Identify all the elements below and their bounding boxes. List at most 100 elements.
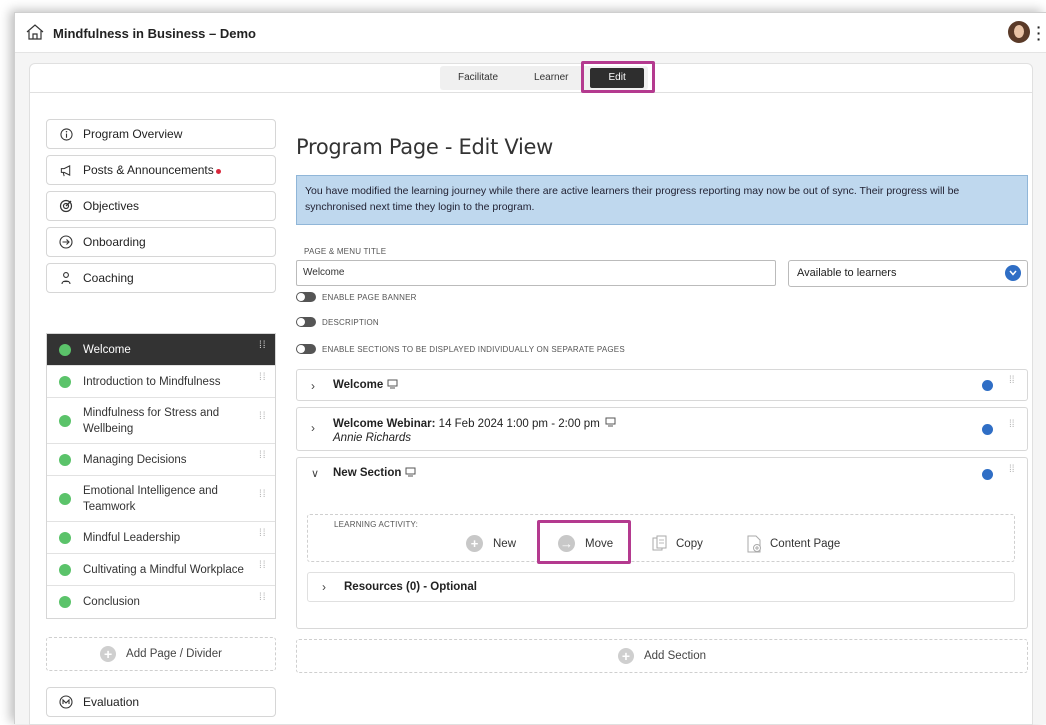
page-label: Welcome [83, 343, 131, 356]
page-item-welcome[interactable]: Welcome ⁞⁞ [47, 334, 275, 366]
section-new-section[interactable]: ∨ New Section ⁞⁞ LEARNING ACTIVITY: + Ne… [296, 457, 1028, 629]
toggle-switch[interactable] [296, 344, 316, 354]
nav-label: Program Overview [83, 127, 183, 141]
page-label: Conclusion [83, 596, 140, 608]
content-page-icon [747, 535, 761, 553]
section-header: › Welcome Webinar: 14 Feb 2024 1:00 pm -… [311, 417, 616, 444]
toggle-switch[interactable] [296, 292, 316, 302]
section-title: Welcome [333, 379, 384, 391]
learning-activity-label: LEARNING ACTIVITY: [334, 520, 419, 529]
content-page-button[interactable]: Content Page [746, 535, 840, 553]
new-label: New [493, 537, 517, 550]
evaluation-icon [59, 695, 73, 709]
resources-row[interactable]: › Resources (0) - Optional [307, 572, 1015, 602]
toggle-description[interactable]: DESCRIPTION [296, 317, 379, 327]
page-menu-title-input[interactable]: Welcome [296, 260, 776, 286]
page-item-managing-decisions[interactable]: Managing Decisions ⁞⁞ [47, 444, 275, 476]
copy-activity-button[interactable]: Copy [652, 535, 703, 553]
chevron-right-icon[interactable]: › [322, 580, 336, 594]
nav-objectives[interactable]: Objectives [46, 191, 276, 221]
chevron-right-icon[interactable]: › [311, 379, 325, 393]
drag-handle-icon[interactable]: ⁞⁞ [259, 489, 267, 506]
home-icon[interactable] [25, 22, 45, 42]
section-title: Welcome Webinar: [333, 418, 436, 430]
page-item-stress-wellbeing[interactable]: Mindfulness for Stress and Wellbeing ⁞⁞ [47, 398, 275, 444]
page-item-mindful-leadership[interactable]: Mindful Leadership ⁞⁞ [47, 522, 275, 554]
page-item-mindful-workplace[interactable]: Cultivating a Mindful Workplace ⁞⁞ [47, 554, 275, 586]
page-label: Mindfulness for Stress and Wellbeing [83, 406, 220, 435]
page-title: Program Page - Edit View [296, 135, 554, 159]
toggle-switch[interactable] [296, 317, 316, 327]
nav-coaching[interactable]: Coaching [46, 263, 276, 293]
section-welcome[interactable]: › Welcome ⁞⁞ [296, 369, 1028, 401]
copy-label: Copy [676, 538, 703, 550]
drag-handle-icon[interactable]: ⁞⁞ [1009, 420, 1017, 436]
tab-facilitate[interactable]: Facilitate [440, 66, 516, 90]
nav-onboarding[interactable]: Onboarding [46, 227, 276, 257]
page-item-conclusion[interactable]: Conclusion ⁞⁞ [47, 586, 275, 618]
add-section-label: Add Section [643, 650, 706, 662]
target-icon [59, 199, 73, 213]
toggle-separate-pages[interactable]: ENABLE SECTIONS TO BE DISPLAYED INDIVIDU… [296, 344, 625, 354]
nav-label: Coaching [83, 271, 134, 285]
content-page-label: Content Page [770, 538, 841, 550]
top-bar: Mindfulness in Business – Demo · · · [15, 13, 1046, 53]
add-page-divider-button[interactable]: + Add Page / Divider [46, 637, 276, 671]
drag-handle-icon[interactable]: ⁞⁞ [1009, 376, 1017, 392]
evaluation-label: Evaluation [83, 695, 140, 709]
section-welcome-webinar[interactable]: › Welcome Webinar: 14 Feb 2024 1:00 pm -… [296, 407, 1028, 451]
availability-select[interactable]: Available to learners [788, 260, 1028, 287]
section-options-icon[interactable] [982, 469, 993, 480]
chevron-down-icon[interactable]: ∨ [311, 467, 325, 480]
page-status-dot [59, 492, 71, 505]
megaphone-icon [59, 163, 73, 177]
page-label: Mindful Leadership [83, 531, 181, 544]
add-section-button[interactable]: + Add Section [296, 639, 1028, 673]
new-activity-button[interactable]: + New [466, 535, 516, 552]
drag-handle-icon[interactable]: ⁞⁞ [259, 450, 267, 467]
monitor-icon [387, 379, 398, 392]
page-label: Managing Decisions [83, 453, 187, 466]
section-options-icon[interactable] [982, 380, 993, 391]
page-item-emotional-intelligence[interactable]: Emotional Intelligence and Teamwork ⁞⁞ [47, 476, 275, 522]
page-label: Emotional Intelligence and Teamwork [83, 484, 218, 513]
plus-circle-icon: + [100, 646, 117, 662]
content-area: Program Overview Posts & Announcements O… [29, 93, 1033, 725]
nav-posts-announcements[interactable]: Posts & Announcements [46, 155, 276, 185]
chevron-right-icon[interactable]: › [311, 421, 325, 435]
drag-handle-icon[interactable]: ⁞⁞ [259, 340, 267, 357]
more-options-icon[interactable]: · · · [1036, 20, 1042, 46]
drag-handle-icon[interactable]: ⁞⁞ [259, 560, 267, 577]
nav-evaluation[interactable]: Evaluation [46, 687, 276, 717]
nav-label: Onboarding [83, 235, 146, 249]
page-item-introduction[interactable]: Introduction to Mindfulness ⁞⁞ [47, 366, 275, 398]
page-status-dot [59, 453, 71, 466]
people-icon [59, 271, 73, 285]
page-label: Cultivating a Mindful Workplace [83, 563, 244, 576]
page-list: Welcome ⁞⁞ Introduction to Mindfulness ⁞… [46, 333, 276, 619]
resources-label: Resources (0) - Optional [344, 581, 477, 593]
section-title: New Section [333, 467, 402, 479]
drag-handle-icon[interactable]: ⁞⁞ [259, 372, 267, 389]
page-status-dot [59, 563, 71, 576]
nav-label: Objectives [83, 199, 140, 213]
section-options-icon[interactable] [982, 424, 993, 435]
drag-handle-icon[interactable]: ⁞⁞ [259, 593, 267, 609]
page-status-dot [59, 531, 71, 544]
page-status-dot [59, 596, 71, 608]
drag-handle-icon[interactable]: ⁞⁞ [1009, 465, 1017, 481]
copy-icon [652, 535, 667, 551]
availability-value: Available to learners [797, 267, 897, 279]
user-avatar[interactable] [1008, 21, 1030, 43]
toggle-page-banner[interactable]: ENABLE PAGE BANNER [296, 292, 417, 302]
learning-activity-box: LEARNING ACTIVITY: + New → Move Copy Con… [307, 514, 1015, 562]
tab-learner[interactable]: Learner [516, 66, 586, 90]
plus-circle-icon: + [466, 535, 483, 552]
drag-handle-icon[interactable]: ⁞⁞ [259, 528, 267, 545]
nav-program-overview[interactable]: Program Overview [46, 119, 276, 149]
app-title: Mindfulness in Business – Demo [53, 26, 256, 41]
page-label: Introduction to Mindfulness [83, 375, 221, 388]
monitor-icon [405, 467, 416, 480]
toggle-label: DESCRIPTION [322, 317, 379, 327]
drag-handle-icon[interactable]: ⁞⁞ [259, 411, 267, 428]
